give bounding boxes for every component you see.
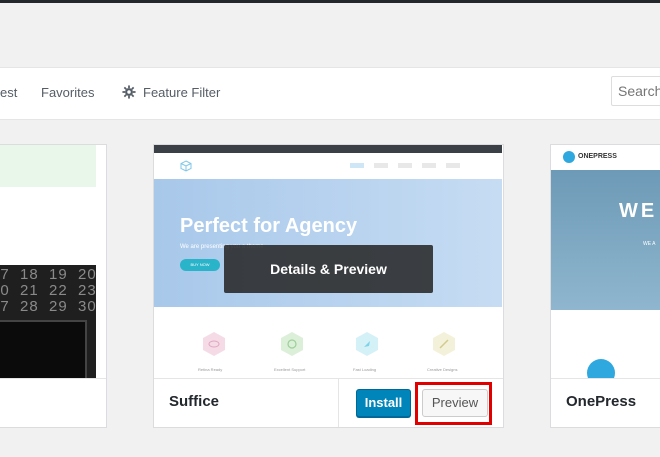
screenshot-topbar [154,145,502,153]
screenshot-feature-icon [587,359,615,380]
theme-card-footer: OnePress [551,378,660,427]
theme-card-footer [0,378,106,427]
theme-card-onepress[interactable]: ONEPRESS WE WE A OnePress [550,144,660,428]
theme-card-left[interactable]: 17 18 19 20 21 20 21 22 23 24 27 28 29 3… [0,144,107,428]
onepress-logo-icon [563,151,575,163]
pen-feature-icon [433,332,455,356]
feature-label: Creative Designs [427,367,458,372]
top-frame-bar [0,0,660,3]
theme-screenshot: ONEPRESS WE WE A [551,145,660,380]
feature-filter-link[interactable]: Feature Filter [143,85,220,100]
theme-name: OnePress [566,393,637,410]
cube-logo-icon [180,160,192,172]
screenshot-panel [0,320,87,380]
screenshot-nav: ONEPRESS [551,145,660,170]
rocket-feature-icon [356,332,378,356]
screenshot-hero-title: WE [619,200,658,222]
theme-filter-bar: est Favorites Feature Filter [0,67,660,120]
footer-divider [338,379,339,427]
filter-latest-link[interactable]: est [0,85,17,100]
screenshot-calendar: 17 18 19 20 21 20 21 22 23 24 27 28 29 3… [0,266,97,315]
screenshot-hero-button: BUY NOW [180,259,220,271]
support-feature-icon [281,332,303,356]
feature-label: Fast Loading [353,367,377,372]
details-preview-overlay[interactable]: Details & Preview [224,245,433,293]
highlight-box [415,382,492,425]
screenshot-brand: ONEPRESS [578,153,617,160]
feature-label: Retina Ready [198,367,223,372]
gear-icon[interactable] [122,85,136,99]
theme-screenshot: 17 18 19 20 21 20 21 22 23 24 27 28 29 3… [0,145,106,380]
screenshot-hero-subtitle: WE A [643,241,656,247]
install-button[interactable]: Install [356,389,411,417]
search-themes-input[interactable] [611,76,660,106]
screenshot-hero-title: Perfect for Agency [180,215,358,237]
screenshot-nav [154,153,502,179]
filter-favorites-link[interactable]: Favorites [41,85,94,100]
screenshot-hero [551,170,660,310]
eye-feature-icon [203,332,225,356]
theme-name: Suffice [169,393,220,410]
theme-screenshot: Perfect for Agency We are presenting you… [154,145,503,380]
feature-label: Excellent Support [274,367,306,372]
screenshot-banner [0,145,96,187]
